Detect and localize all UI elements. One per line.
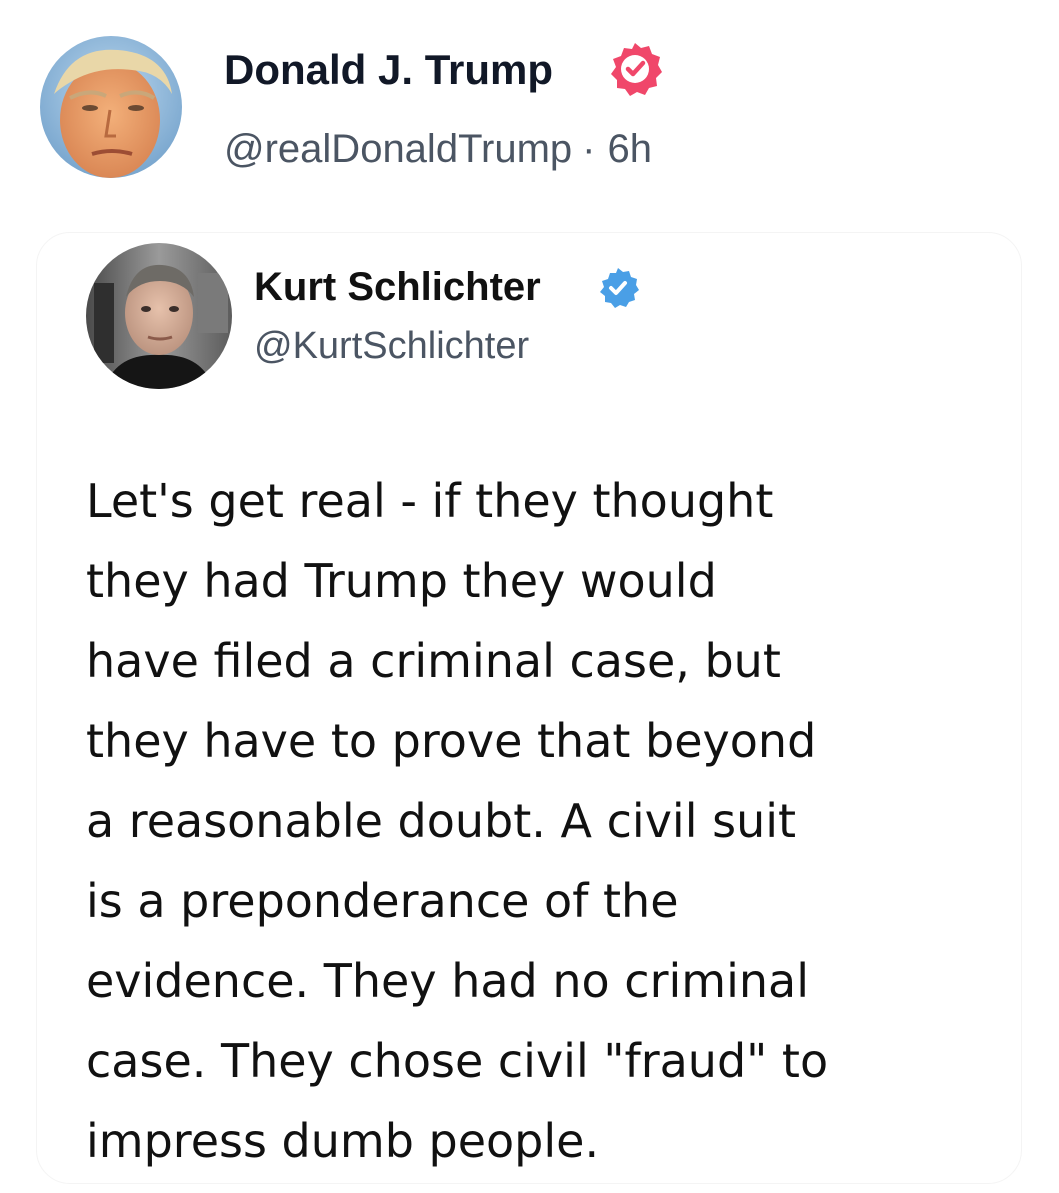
quoted-author-avatar[interactable] [86,243,232,389]
author-avatar-image [40,36,182,178]
verified-badge-icon [606,40,664,98]
author-handle-line: @realDonaldTrump · 6h [224,124,652,174]
quoted-text-line: a reasonable doubt. A civil suit [86,794,797,848]
quoted-text-line: they have to prove that beyond [86,714,817,768]
quoted-text-line: case. They chose civil "fraud" to [86,1034,829,1088]
quoted-text-line: evidence. They had no criminal [86,954,809,1008]
post-timestamp[interactable]: 6h [607,127,652,171]
quoted-text-line: impress dumb people. [86,1114,600,1168]
separator-dot: · [582,127,596,171]
quoted-text-line: Let's get real - if they thought [86,474,774,528]
quoted-post-text: Let's get real - if they thought they ha… [86,461,986,1181]
verified-badge-icon [596,266,640,310]
quoted-text-line: is a preponderance of the [86,874,679,928]
quoted-text-line: have filed a criminal case, but [86,634,781,688]
post-header: Donald J. Trump @realDonaldTrump · 6h [0,0,1059,200]
author-avatar[interactable] [40,36,182,178]
quoted-author-handle[interactable]: @KurtSchlichter [254,322,529,370]
quoted-author-name[interactable]: Kurt Schlichter [254,262,541,312]
quoted-text-line: they had Trump they would [86,554,717,608]
quoted-author-avatar-image [86,243,232,389]
author-handle[interactable]: @realDonaldTrump [224,127,572,171]
author-name[interactable]: Donald J. Trump [224,44,553,96]
